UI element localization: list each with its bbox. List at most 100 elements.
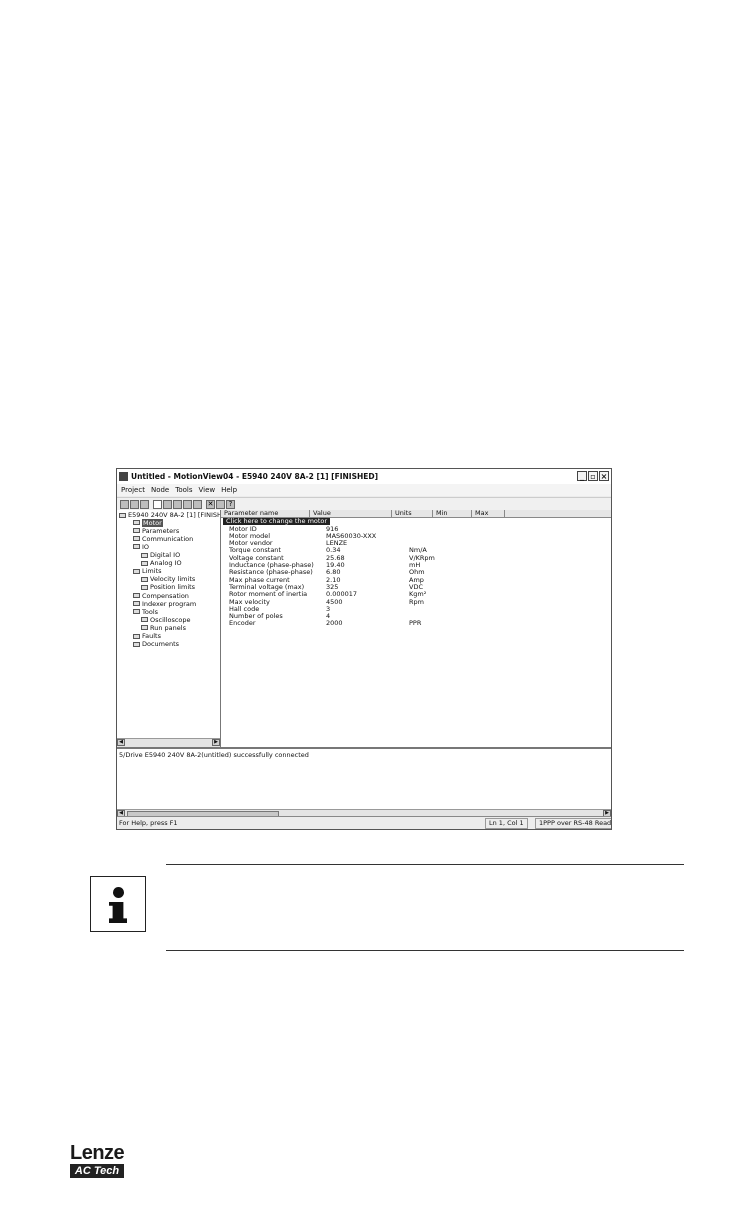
tree-item-label: Indexer program: [142, 599, 197, 608]
blank-icon[interactable]: [153, 499, 162, 509]
tree-item-label: IO: [142, 542, 150, 551]
folder-icon: [141, 560, 148, 566]
tree-item-label: Limits: [142, 567, 162, 576]
col-parameter-name[interactable]: Parameter name: [221, 510, 310, 517]
cell-value: 2000: [326, 619, 343, 628]
folder-icon: [141, 617, 148, 623]
tree-item[interactable]: Parameters: [133, 527, 179, 535]
change-motor-row[interactable]: Click here to change the motor: [223, 518, 331, 525]
tree-item-label: Tools: [142, 607, 159, 616]
minimize-button[interactable]: _: [577, 471, 587, 481]
folder-icon: [133, 536, 140, 542]
tree-item-label: Compensation: [142, 591, 189, 600]
tree-item-label: Analog IO: [150, 559, 182, 568]
lenze-ac-tech-logo: Lenze AC Tech: [70, 1142, 126, 1178]
cell-units: Rpm: [409, 597, 424, 606]
parameter-grid[interactable]: Parameter name Value Units Min Max Click…: [221, 510, 611, 747]
col-max[interactable]: Max: [472, 510, 505, 517]
tree-item-label: Motor: [142, 518, 163, 527]
paste-icon[interactable]: [173, 499, 182, 509]
close-button[interactable]: ×: [599, 471, 609, 481]
disconnect-icon[interactable]: ✕: [206, 499, 215, 509]
col-min[interactable]: Min: [433, 510, 472, 517]
folder-icon: [133, 544, 140, 550]
maximize-button[interactable]: ▫: [588, 471, 598, 481]
tree-item[interactable]: Communication: [133, 535, 193, 543]
refresh-icon[interactable]: [183, 499, 192, 509]
folder-icon: [133, 609, 140, 615]
scroll-left-icon[interactable]: ◀: [117, 739, 125, 746]
folder-icon: [141, 576, 148, 582]
cell-name: Encoder: [229, 619, 256, 628]
status-connection: 1PPP over RS-48 Ready: [535, 818, 611, 829]
menu-bar: Project Node Tools View Help: [117, 484, 611, 496]
tree-item[interactable]: Documents: [133, 640, 179, 648]
tree-item-label: Parameters: [142, 526, 180, 535]
folder-icon: [141, 584, 148, 590]
new-icon[interactable]: [120, 499, 129, 509]
copy-icon[interactable]: [163, 499, 172, 509]
save-icon[interactable]: [140, 499, 149, 509]
tree-item[interactable]: Faults: [133, 632, 161, 640]
folder-icon: [141, 552, 148, 558]
drive-icon: [119, 512, 126, 518]
status-help: For Help, press F1: [119, 819, 178, 827]
table-row[interactable]: Motor model MAS60030-XXX: [221, 532, 611, 540]
tree-item[interactable]: Tools: [133, 608, 158, 616]
table-row[interactable]: Encoder 2000 PPR: [221, 620, 611, 627]
menu-view[interactable]: View: [198, 484, 215, 496]
message-log: 5/Drive E5940 240V 8A-2(untitled) succes…: [117, 747, 611, 819]
cell-units: PPR: [409, 619, 422, 628]
col-units[interactable]: Units: [392, 510, 433, 517]
folder-icon: [133, 528, 140, 534]
folder-icon: [133, 593, 140, 598]
tree-item-label: Documents: [142, 640, 180, 649]
window-title: Untitled - MotionView04 - E5940 240V 8A-…: [131, 472, 379, 481]
folder-icon: [133, 601, 140, 607]
folder-icon: [133, 568, 140, 574]
tree-item-label: Oscilloscope: [150, 615, 191, 624]
scroll-right-icon[interactable]: ▶: [212, 739, 220, 746]
status-position: Ln 1, Col 1: [485, 818, 528, 829]
tree-item-label: Position limits: [150, 583, 196, 592]
tree-item[interactable]: Motor: [133, 518, 163, 527]
folder-icon: [133, 520, 140, 526]
connect-icon[interactable]: [193, 499, 202, 509]
tree-item-label: Digital IO: [150, 551, 181, 559]
tree-item-label: Run panels: [150, 623, 186, 632]
menu-help[interactable]: Help: [221, 484, 237, 496]
tree-item[interactable]: Analog IO: [141, 559, 182, 567]
tree-item[interactable]: Position limits: [141, 583, 195, 591]
menu-project[interactable]: Project: [121, 484, 145, 496]
tree-item[interactable]: IO: [133, 543, 149, 551]
tree-item[interactable]: Limits: [133, 567, 162, 575]
col-value[interactable]: Value: [310, 510, 392, 517]
open-icon[interactable]: [130, 499, 139, 509]
menu-node[interactable]: Node: [151, 484, 169, 496]
info-icon: [90, 876, 146, 932]
project-tree[interactable]: E5940 240V 8A-2 [1] [FINISHED] MotorPara…: [117, 510, 221, 747]
application-window: Untitled - MotionView04 - E5940 240V 8A-…: [116, 468, 612, 830]
print-icon[interactable]: [216, 499, 225, 509]
logo-brand: Lenze: [70, 1142, 125, 1164]
tree-item[interactable]: Velocity limits: [141, 575, 195, 583]
tree-item[interactable]: Digital IO: [141, 551, 180, 559]
tree-item-label: Velocity limits: [150, 575, 196, 584]
tree-horizontal-scrollbar[interactable]: ◀ ▶: [117, 738, 220, 747]
logo-sub: AC Tech: [70, 1164, 124, 1178]
tree-item[interactable]: Oscilloscope: [141, 616, 191, 624]
table-row[interactable]: Max velocity 4500 Rpm: [221, 597, 611, 606]
note-bottom-rule: [166, 950, 684, 951]
note-top-rule: [166, 864, 684, 865]
app-icon: [119, 472, 128, 481]
tree-item-label: Faults: [142, 632, 161, 640]
menu-tools[interactable]: Tools: [175, 484, 192, 496]
tree-item-label: Communication: [142, 534, 194, 543]
log-message: 5/Drive E5940 240V 8A-2(untitled) succes…: [119, 751, 309, 759]
table-row[interactable]: Motor ID 916: [221, 525, 611, 533]
help-icon[interactable]: ?: [226, 499, 235, 509]
toolbar: ✕ ?: [117, 497, 611, 511]
tree-item[interactable]: Indexer program: [133, 600, 196, 608]
tree-item[interactable]: Run panels: [141, 624, 186, 632]
tree-item[interactable]: Compensation: [133, 592, 189, 600]
